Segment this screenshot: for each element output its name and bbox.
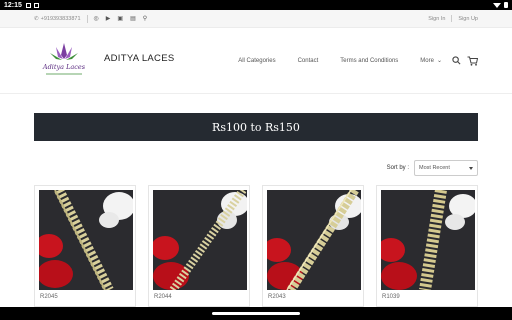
location-pin-icon[interactable]: ⚲	[143, 15, 147, 22]
notification-icon	[25, 2, 31, 8]
sort-controls: Sort by : Most Recent	[0, 160, 478, 176]
battery-icon	[504, 2, 508, 8]
sort-selected-value: Most Recent	[419, 165, 450, 171]
product-card[interactable]: R2045	[34, 185, 136, 307]
product-name[interactable]: R1039	[382, 294, 400, 300]
system-navigation-bar	[0, 307, 512, 320]
product-image[interactable]	[39, 190, 133, 290]
nav-terms[interactable]: Terms and Conditions	[340, 58, 398, 64]
brand-logo[interactable]: Aditya Laces	[34, 39, 94, 83]
logo-script-text: Aditya Laces	[42, 63, 86, 71]
sign-in-link[interactable]: Sign In	[428, 16, 445, 22]
system-status-bar: 12:15	[0, 0, 512, 10]
whatsapp-icon[interactable]: ◎	[94, 15, 99, 22]
product-name[interactable]: R2044	[154, 294, 172, 300]
phone-icon: ✆	[34, 15, 39, 22]
product-card[interactable]: R1039	[376, 185, 478, 307]
product-card[interactable]: R2044	[148, 185, 250, 307]
product-image[interactable]	[153, 190, 247, 290]
sort-select[interactable]: Most Recent	[414, 160, 478, 176]
brand-name[interactable]: ADITYA LACES	[104, 53, 174, 64]
sign-up-link[interactable]: Sign Up	[458, 16, 478, 22]
instagram-icon[interactable]: ▣	[117, 15, 123, 22]
site-header: Aditya Laces ADITYA LACES All Categories…	[0, 28, 512, 94]
notification-icon	[33, 2, 39, 8]
auth-links: Sign In Sign Up	[428, 15, 478, 22]
search-icon[interactable]	[452, 56, 461, 65]
product-card[interactable]: R2043	[262, 185, 364, 307]
cart-icon[interactable]	[467, 56, 478, 66]
logo-graphic: Aditya Laces	[42, 42, 86, 74]
product-image[interactable]	[381, 190, 475, 290]
social-links: ◎ ▶ ▣ ▤ ⚲	[94, 15, 148, 22]
product-name[interactable]: R2043	[268, 294, 286, 300]
nav-all-categories[interactable]: All Categories	[238, 58, 275, 64]
product-grid: R2045 R2044 R2043 R1039	[34, 185, 478, 307]
product-image[interactable]	[267, 190, 361, 290]
wifi-icon	[493, 2, 501, 8]
category-banner: Rs100 to Rs150	[34, 113, 478, 141]
nav-more[interactable]: More ⌄	[420, 57, 442, 65]
linkedin-icon[interactable]: ▤	[130, 15, 136, 22]
phone-number[interactable]: +919393833871	[41, 16, 81, 22]
divider	[451, 15, 453, 22]
sort-label: Sort by :	[386, 165, 409, 171]
chevron-down-icon: ⌄	[436, 58, 442, 64]
chevron-down-icon	[469, 166, 473, 170]
divider	[86, 14, 88, 23]
youtube-icon[interactable]: ▶	[106, 15, 111, 22]
main-nav: All Categories Contact Terms and Conditi…	[216, 56, 478, 66]
product-name[interactable]: R2045	[40, 294, 58, 300]
category-title: Rs100 to Rs150	[212, 120, 300, 134]
nav-contact[interactable]: Contact	[298, 58, 319, 64]
home-gesture-handle[interactable]	[212, 312, 300, 315]
nav-more-label: More	[420, 57, 434, 64]
phone-contact[interactable]: ✆ +919393833871	[34, 16, 81, 22]
clock: 12:15	[4, 1, 22, 9]
utility-bar: ✆ +919393833871 ◎ ▶ ▣ ▤ ⚲ Sign In Sign U…	[0, 10, 512, 28]
